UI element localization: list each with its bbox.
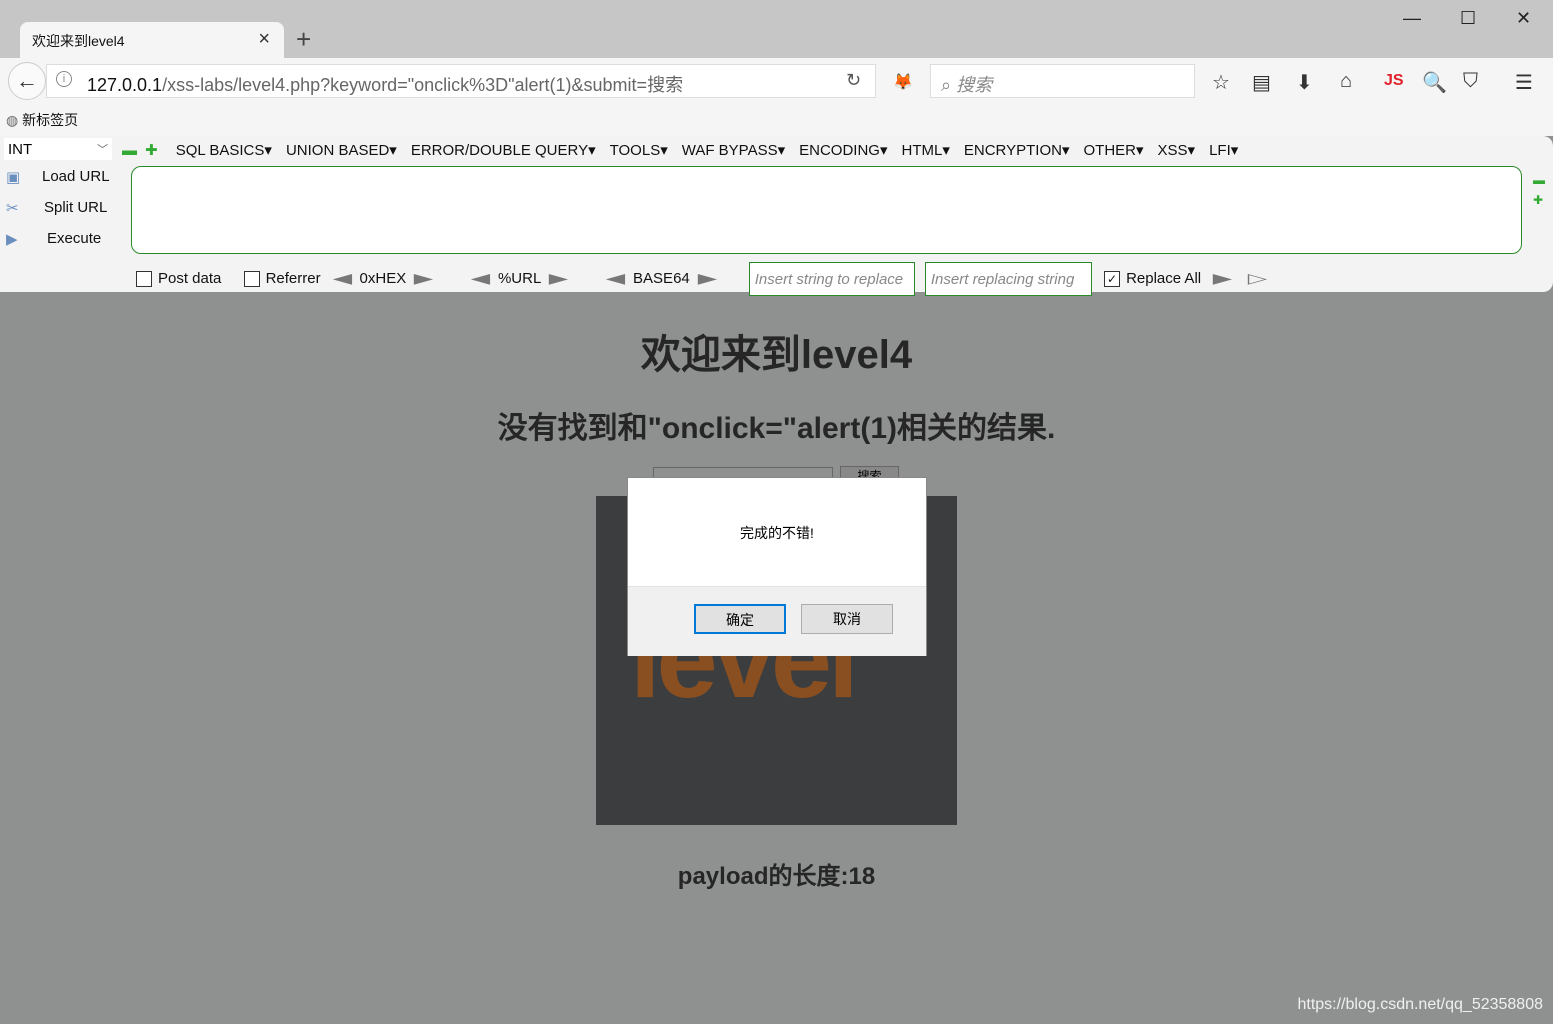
chevron-down-icon: ﹀ [97,144,108,156]
base64-encode-arrow-icon[interactable]: ▶ [697,270,716,287]
reload-icon[interactable]: ↻ [846,70,861,91]
scissors-icon: ✂ [6,200,19,217]
result-text: 没有找到和"onclick="alert(1)相关的结果. [497,412,1056,445]
menu-html[interactable]: HTML▾ [902,142,950,159]
load-url-button[interactable]: ▣ Load URL [6,168,110,186]
plus-icon[interactable]: ✚ [1533,190,1545,210]
menu-icon[interactable]: ☰ [1515,70,1533,95]
base64-decode-arrow-icon[interactable]: ◀ [606,270,625,287]
pocket-icon[interactable]: ⛉ [1463,70,1478,93]
replacing-string-input[interactable]: Insert replacing string [924,262,1092,296]
replace-arrow-icon[interactable]: ▶ [1213,270,1232,287]
plus-icon[interactable]: ✚ [145,142,158,159]
hex-encode-arrow-icon[interactable]: ▶ [414,270,433,287]
star-icon[interactable]: ☆ [1212,70,1230,95]
new-tab-button[interactable]: + [296,24,311,55]
url-decode-arrow-icon[interactable]: ◀ [471,270,490,287]
dialog-footer: 确定 取消 [628,586,926,656]
hackbar-options: Post data Referrer ◀ 0xHEX ▶ ◀ %URL ▶ ◀ BASE6… [136,262,1275,296]
tab-title: 欢迎来到level4 [32,33,125,49]
menu-sql-basics[interactable]: SQL BASICS▾ [176,142,272,159]
url-label: %URL [497,269,542,287]
menu-tools[interactable]: TOOLS▾ [610,142,668,159]
browser-tab[interactable]: 欢迎来到level4 × [20,22,284,58]
search-input[interactable]: ⌕ 搜索 [930,64,1195,98]
base64-label: BASE64 [633,269,690,287]
js-icon[interactable]: JS [1384,72,1404,90]
replace-all-checkbox[interactable]: ✓ Replace All [1104,270,1201,287]
extension-fox-icon[interactable]: 🦊 [893,72,913,92]
menu-encoding[interactable]: ENCODING▾ [799,142,887,159]
menu-xss[interactable]: XSS▾ [1158,142,1196,159]
url-encode-arrow-icon[interactable]: ▶ [549,270,568,287]
hex-decode-arrow-icon[interactable]: ◀ [332,270,351,287]
menu-encryption[interactable]: ENCRYPTION▾ [964,142,1070,159]
bookmark-item[interactable]: ◍ 新标签页 [6,110,78,130]
textarea-size-controls: ▬ ✚ [1533,170,1545,210]
menu-error-double-query[interactable]: ERROR/DOUBLE QUERY▾ [411,142,596,159]
menu-waf-bypass[interactable]: WAF BYPASS▾ [682,142,785,159]
ok-button[interactable]: 确定 [694,604,786,634]
type-select[interactable]: INT ﹀ [4,138,112,160]
page-title: 欢迎来到level4 [640,333,913,377]
split-url-button[interactable]: ✂ Split URL [6,199,107,217]
hackbar-menu: ▬ ✚ SQL BASICS▾ UNION BASED▾ ERROR/DOUBLE Q… [122,141,1252,159]
url-textarea[interactable] [131,166,1522,254]
load-icon: ▣ [6,169,21,186]
back-button[interactable]: ← [8,62,46,100]
reading-list-icon[interactable]: ▤ [1252,70,1271,95]
menu-lfi[interactable]: LFI▾ [1209,142,1238,159]
download-icon[interactable]: ⬇ [1296,70,1313,95]
close-tab-icon[interactable]: × [258,28,270,51]
post-data-checkbox[interactable]: Post data [136,270,221,287]
watermark: https://blog.csdn.net/qq_52358808 [1297,996,1543,1013]
maximize-icon[interactable]: ☐ [1460,8,1476,29]
minus-icon[interactable]: ▬ [1533,170,1545,190]
replace-next-arrow-icon[interactable]: ▷ [1248,270,1267,287]
hex-label: 0xHEX [359,269,407,287]
info-icon[interactable]: i [56,71,72,87]
payload-length: payload的长度:18 [677,863,876,890]
url-bar[interactable]: 127.0.0.1/xss-labs/level4.php?keyword="o… [46,64,876,98]
dialog-message: 完成的不错! [740,525,814,541]
alert-dialog: 完成的不错! 确定 取消 [627,477,927,656]
globe-icon: ◍ [6,112,23,128]
menu-other[interactable]: OTHER▾ [1083,142,1143,159]
replace-string-input[interactable]: Insert string to replace [748,262,915,296]
cancel-button[interactable]: 取消 [801,604,893,634]
menu-union-based[interactable]: UNION BASED▾ [286,142,397,159]
minimize-icon[interactable]: — [1403,8,1421,29]
minus-icon[interactable]: ▬ [122,142,137,159]
search-icon: ⌕ [941,75,957,95]
execute-button[interactable]: ▶ Execute [6,230,101,248]
hack-search-icon[interactable]: 🔍 [1422,70,1447,95]
close-window-icon[interactable]: ✕ [1516,8,1531,29]
home-icon[interactable]: ⌂ [1340,70,1352,93]
play-icon: ▶ [6,231,18,248]
referrer-checkbox[interactable]: Referrer [243,270,321,287]
